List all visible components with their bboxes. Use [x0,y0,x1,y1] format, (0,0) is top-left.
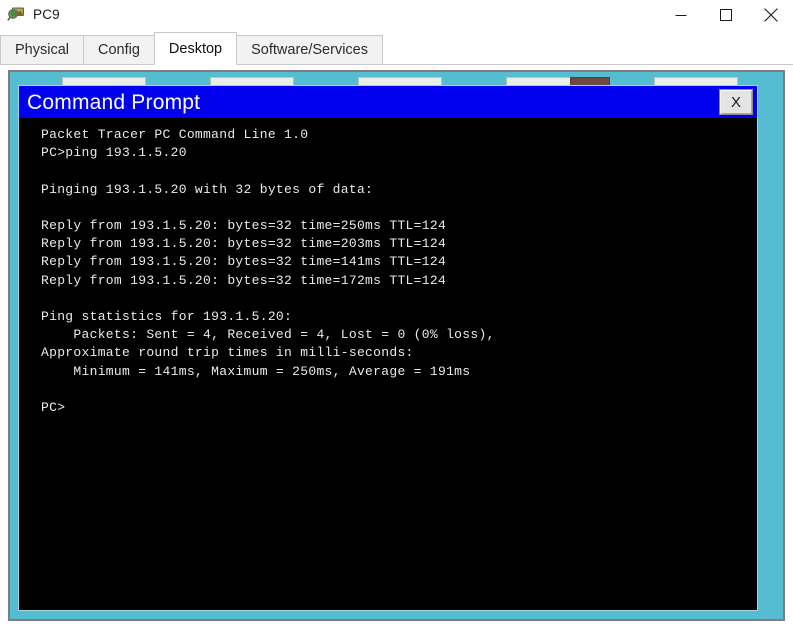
close-icon [763,7,778,22]
command-prompt-titlebar: Command Prompt X [19,86,757,118]
tab-software-services[interactable]: Software/Services [236,35,383,65]
minimize-icon [675,14,686,16]
command-prompt-window: Command Prompt X Packet Tracer PC Comman… [18,85,758,611]
pc-configuration-window: PC9 Physical Config Desktop Software/Ser… [0,0,793,629]
window-titlebar: PC9 [0,0,793,29]
close-button[interactable] [748,0,793,29]
tab-physical[interactable]: Physical [0,35,84,65]
terminal-output: Packet Tracer PC Command Line 1.0 PC>pin… [41,127,495,416]
tab-config[interactable]: Config [83,35,155,65]
desktop-pane[interactable]: Command Prompt X Packet Tracer PC Comman… [8,70,785,621]
window-title: PC9 [33,7,60,22]
maximize-button[interactable] [703,0,748,29]
tab-desktop[interactable]: Desktop [153,32,238,65]
command-prompt-close-button[interactable]: X [719,89,753,115]
device-tabs: Physical Config Desktop Software/Service… [0,29,793,65]
command-prompt-title: Command Prompt [27,90,201,114]
pc-device-icon [7,7,24,21]
command-prompt-body[interactable]: Packet Tracer PC Command Line 1.0 PC>pin… [19,118,757,610]
maximize-icon [719,8,732,21]
minimize-button[interactable] [658,0,703,29]
